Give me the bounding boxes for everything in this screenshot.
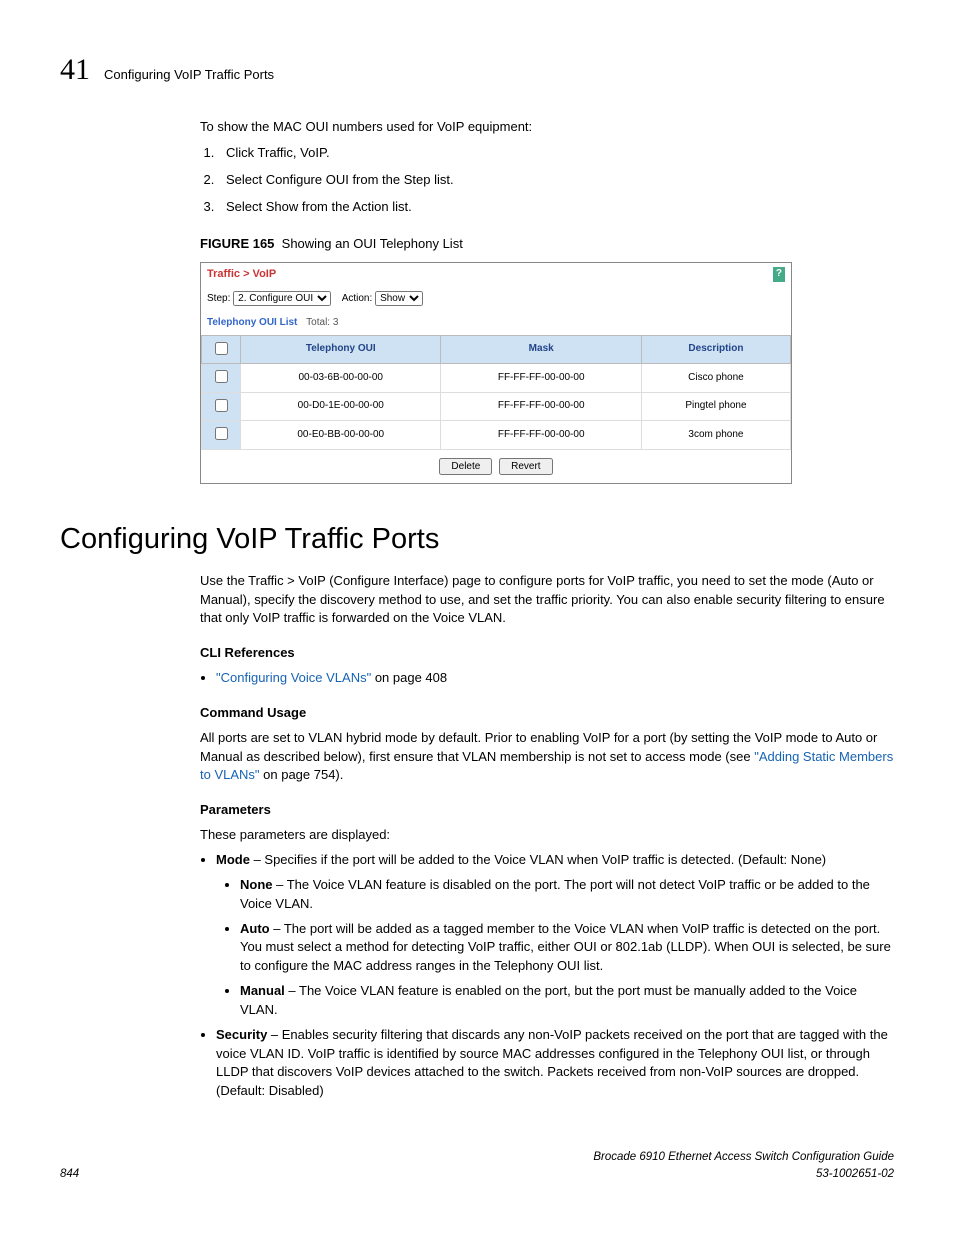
page-header: 41 Configuring VoIP Traffic Ports xyxy=(60,48,894,92)
oui-table: Telephony OUI Mask Description 00-03-6B-… xyxy=(201,335,791,450)
row-checkbox[interactable] xyxy=(215,399,228,412)
param-security-desc: – Enables security filtering that discar… xyxy=(216,1027,888,1099)
param-mode: Mode – Specifies if the port will be add… xyxy=(216,851,894,1020)
cell-mask: FF-FF-FF-00-00-00 xyxy=(441,392,641,421)
cell-mask: FF-FF-FF-00-00-00 xyxy=(441,364,641,393)
section-heading: Configuring VoIP Traffic Ports xyxy=(60,518,894,560)
section-intro: Use the Traffic > VoIP (Configure Interf… xyxy=(200,572,894,629)
cell-oui: 00-03-6B-00-00-00 xyxy=(241,364,441,393)
oui-list-title: Telephony OUI List xyxy=(207,317,297,328)
parameters-list: Mode – Specifies if the port will be add… xyxy=(60,851,894,1101)
step-1: Click Traffic, VoIP. xyxy=(218,144,894,163)
oui-total-label: Total: xyxy=(306,317,330,328)
col-mask: Mask xyxy=(441,335,641,364)
cell-oui: 00-E0-BB-00-00-00 xyxy=(241,421,441,450)
page-number: 844 xyxy=(60,1166,79,1183)
command-usage-after: on page 754). xyxy=(260,767,344,782)
cell-desc: Pingtel phone xyxy=(641,392,790,421)
delete-button[interactable]: Delete xyxy=(439,458,492,475)
param-mode-none-label: None xyxy=(240,877,273,892)
cli-reference-link[interactable]: "Configuring Voice VLANs" xyxy=(216,670,371,685)
row-checkbox[interactable] xyxy=(215,427,228,440)
revert-button[interactable]: Revert xyxy=(499,458,552,475)
col-desc: Description xyxy=(641,335,790,364)
oui-total-value: 3 xyxy=(333,317,339,328)
screenshot-controls: Step: 2. Configure OUI Action: Show xyxy=(201,287,791,311)
action-label: Action: xyxy=(342,293,373,304)
param-mode-none: None – The Voice VLAN feature is disable… xyxy=(240,876,894,914)
command-usage-heading: Command Usage xyxy=(200,704,894,723)
param-security-label: Security xyxy=(216,1027,267,1042)
doc-id: 53-1002651-02 xyxy=(816,1168,894,1180)
param-mode-auto-desc: – The port will be added as a tagged mem… xyxy=(240,921,891,974)
param-mode-auto: Auto – The port will be added as a tagge… xyxy=(240,920,894,977)
param-mode-manual-desc: – The Voice VLAN feature is enabled on t… xyxy=(240,983,857,1017)
step-3: Select Show from the Action list. xyxy=(218,198,894,217)
param-mode-none-desc: – The Voice VLAN feature is disabled on … xyxy=(240,877,870,911)
param-mode-manual: Manual – The Voice VLAN feature is enabl… xyxy=(240,982,894,1020)
cell-desc: 3com phone xyxy=(641,421,790,450)
step-select[interactable]: 2. Configure OUI xyxy=(233,291,331,306)
chapter-number: 41 xyxy=(60,48,90,92)
command-usage-text: All ports are set to VLAN hybrid mode by… xyxy=(200,729,894,786)
parameters-heading: Parameters xyxy=(200,801,894,820)
doc-title: Brocade 6910 Ethernet Access Switch Conf… xyxy=(593,1151,894,1163)
param-mode-manual-label: Manual xyxy=(240,983,285,998)
table-row: 00-D0-1E-00-00-00 FF-FF-FF-00-00-00 Ping… xyxy=(202,392,791,421)
cli-references-heading: CLI References xyxy=(200,644,894,663)
screenshot-breadcrumb: Traffic > VoIP xyxy=(207,267,276,283)
page-footer: 844 Brocade 6910 Ethernet Access Switch … xyxy=(60,1149,894,1182)
cell-mask: FF-FF-FF-00-00-00 xyxy=(441,421,641,450)
figure-caption: FIGURE 165 Showing an OUI Telephony List xyxy=(200,235,894,254)
cli-references-list: "Configuring Voice VLANs" on page 408 xyxy=(60,669,894,688)
table-row: 00-03-6B-00-00-00 FF-FF-FF-00-00-00 Cisc… xyxy=(202,364,791,393)
param-mode-auto-label: Auto xyxy=(240,921,270,936)
figure-label: FIGURE 165 xyxy=(200,236,274,251)
table-row: 00-E0-BB-00-00-00 FF-FF-FF-00-00-00 3com… xyxy=(202,421,791,450)
cell-desc: Cisco phone xyxy=(641,364,790,393)
step-2: Select Configure OUI from the Step list. xyxy=(218,171,894,190)
cli-reference-suffix: on page 408 xyxy=(371,670,447,685)
steps-list: Click Traffic, VoIP. Select Configure OU… xyxy=(60,144,894,217)
cell-oui: 00-D0-1E-00-00-00 xyxy=(241,392,441,421)
action-select[interactable]: Show xyxy=(375,291,423,306)
help-icon[interactable]: ? xyxy=(773,267,785,282)
screenshot-breadcrumb-row: Traffic > VoIP ? xyxy=(201,263,791,287)
select-all-checkbox[interactable] xyxy=(215,342,228,355)
screenshot-buttons: Delete Revert xyxy=(201,450,791,483)
parameters-intro: These parameters are displayed: xyxy=(200,826,894,845)
figure-title: Showing an OUI Telephony List xyxy=(282,236,463,251)
screenshot-panel: Traffic > VoIP ? Step: 2. Configure OUI … xyxy=(200,262,792,484)
cli-reference-item: "Configuring Voice VLANs" on page 408 xyxy=(216,669,894,688)
oui-table-header: Telephony OUI Mask Description xyxy=(202,335,791,364)
chapter-title: Configuring VoIP Traffic Ports xyxy=(104,66,274,85)
intro-text: To show the MAC OUI numbers used for VoI… xyxy=(200,118,894,137)
oui-list-title-row: Telephony OUI List Total: 3 xyxy=(201,310,791,335)
param-mode-desc: – Specifies if the port will be added to… xyxy=(250,852,826,867)
param-mode-label: Mode xyxy=(216,852,250,867)
col-oui: Telephony OUI xyxy=(241,335,441,364)
step-label: Step: xyxy=(207,293,230,304)
row-checkbox[interactable] xyxy=(215,370,228,383)
param-security: Security – Enables security filtering th… xyxy=(216,1026,894,1101)
